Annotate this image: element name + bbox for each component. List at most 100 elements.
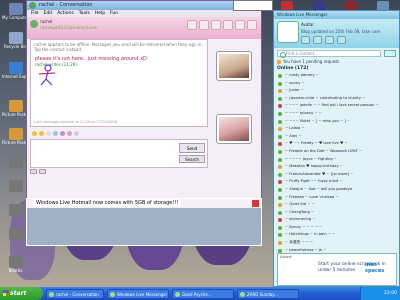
contact-list-item[interactable]: ~ Freeeee ~ Love 'chelsea ~	[277, 194, 397, 202]
menu-edit[interactable]: Edit	[44, 10, 53, 17]
contact-name: ~ shimmering ~	[285, 217, 316, 222]
contact-list-item[interactable]: ~ sunny ~	[277, 80, 397, 88]
chat-history[interactable]: rachel appears to be offline. Messages y…	[30, 39, 208, 127]
messenger-window[interactable]: Windows Live Messenger Avatar Blog updat…	[273, 10, 400, 287]
games-icon[interactable]	[235, 20, 245, 30]
desktop-icon-picture-packages[interactable]: Picture Packages	[2, 100, 36, 117]
contact-list-item[interactable]: ~ Freddie on the Diet ~ Woooooh LIMIT ~	[277, 148, 397, 156]
input-mode-tabs	[30, 169, 46, 174]
contact-photo	[219, 54, 249, 78]
display-pictures	[210, 39, 261, 198]
menu-actions[interactable]: Actions	[57, 10, 73, 17]
desktop-icon[interactable]	[2, 180, 29, 192]
shortcut-icon	[8, 228, 23, 240]
tab-handwriting-mode[interactable]	[39, 169, 46, 174]
contact-name: ~ ChengYang ~	[285, 209, 315, 214]
shortcut-icon	[8, 256, 23, 268]
conversation-titlebar[interactable]: rachel - Conversation	[27, 1, 261, 10]
tab-text-mode[interactable]	[30, 169, 37, 174]
contact-list-item[interactable]: ~ XiaoJun ~ Sad ~ will you goodbye	[277, 186, 397, 194]
contact-list-item[interactable]: ~ ~~~ Violet ~ [ ~ miss you ~ ] ~	[277, 118, 397, 126]
pending-request-notice[interactable]: You have 1 pending request.	[277, 59, 340, 64]
emoticon-icon[interactable]	[32, 130, 37, 136]
call-icon[interactable]	[223, 20, 233, 30]
font-icon[interactable]	[74, 130, 79, 136]
contact-list-item[interactable]: ~ Quiet Kid ~ ~	[277, 201, 397, 209]
contact-name: ~ ~~~~ Joyce ~ Fighting ~	[285, 156, 338, 161]
offline-warning: rachel appears to be offline. Messages y…	[34, 42, 203, 52]
emoticon-icon[interactable]	[39, 130, 44, 136]
contact-name: ~ 亲爱的 ~ ~ ~	[285, 240, 314, 245]
spaces-icon[interactable]	[313, 36, 322, 44]
own-photo	[219, 117, 249, 141]
wink-icon[interactable]	[46, 130, 51, 136]
activities-icon[interactable]	[247, 20, 257, 30]
personal-message[interactable]: Blog updated on 25th Feb 08, take care	[301, 29, 399, 34]
contact-list-item[interactable]: ~ Bunny ~ ~ ~ ~ ~	[277, 224, 397, 232]
contact-list-item[interactable]: ~ Makafan ♥ happy-birthday ~	[277, 163, 397, 171]
desktop-icon-picture-packages-2[interactable]: Picture Packages	[2, 128, 36, 145]
desktop-icon-my-computer[interactable]: My Computer	[2, 3, 29, 20]
last-message-info: Last message received at 21:29 on 27/02/…	[34, 120, 118, 124]
task-good-psyche[interactable]: Good Psyche...	[172, 288, 234, 299]
desktop-icon-boards[interactable]: Boards	[2, 256, 29, 273]
user-name[interactable]: Avatar	[301, 22, 399, 27]
contact-list-item[interactable]: ~ Alex ~	[277, 133, 397, 141]
menu-fun[interactable]: Fun	[110, 10, 118, 17]
desktop-icon[interactable]	[2, 204, 29, 216]
contact-list-item[interactable]: ~ ~~~ jadelle ~ ~ find out i lack secret…	[277, 102, 397, 110]
contact-list-item[interactable]: ~ FrancisAlexander ♥ ~ [no more] ~	[277, 171, 397, 179]
desktop-icon-recycle-bin[interactable]: Recycle Bin	[2, 32, 29, 49]
contact-list-item[interactable]: ~ [quarter-child ~ contributing to chari…	[277, 95, 397, 103]
desktop-icon[interactable]	[2, 228, 29, 240]
menu-help[interactable]: Help	[95, 10, 105, 17]
close-button[interactable]	[252, 200, 259, 207]
system-tray-clock[interactable]: 22:00	[360, 287, 400, 300]
conversation-window[interactable]: rachel - Conversation File Edit Actions …	[26, 0, 262, 199]
mail-icon[interactable]	[301, 36, 310, 44]
contact-list-item[interactable]: ~ 亲爱的 ~ ~ ~	[277, 239, 397, 247]
send-file-icon[interactable]	[199, 20, 209, 30]
contact-status-icon	[278, 180, 282, 185]
small-window[interactable]	[233, 0, 273, 11]
contact-status-icon	[278, 157, 282, 162]
contact-list-item[interactable]: ~ Fluffy Fight ~~ fuzzy mind ~	[277, 178, 397, 186]
nudge-icon[interactable]	[53, 130, 58, 136]
start-button[interactable]: start	[0, 287, 43, 300]
contact-list-item[interactable]: ~ ~~~~ Joyce ~ Fighting ~	[277, 156, 397, 164]
task-zard[interactable]: ZARD Sunday...	[237, 288, 299, 299]
menu-tools[interactable]: Tools	[79, 10, 90, 17]
own-display-picture[interactable]	[216, 114, 252, 144]
search-button[interactable]: Search	[179, 155, 205, 163]
contact-list-item[interactable]: ~ Lalala ~	[277, 125, 397, 133]
voice-clip-icon[interactable]	[60, 130, 65, 136]
advert-panel[interactable]: Advert Start your online scrapbook in un…	[277, 253, 397, 286]
invite-icon[interactable]	[187, 20, 197, 30]
desktop-icon[interactable]	[2, 156, 29, 168]
shortcut-icon	[8, 156, 23, 168]
contact-list-item[interactable]: ~ ♥ ~~ Freddy ~ ♥ love live ♥ ~	[277, 140, 397, 148]
menu-file[interactable]: File	[31, 10, 39, 17]
computer-icon	[8, 3, 23, 15]
contact-list-item[interactable]: ~ ChengYang ~	[277, 209, 397, 217]
background-icon[interactable]	[67, 130, 72, 136]
contact-display-picture[interactable]	[216, 51, 252, 81]
task-conversation[interactable]: rachel - Conversation	[46, 288, 104, 299]
video-icon[interactable]	[211, 20, 221, 30]
contact-list-item[interactable]: ~ ~~~ tylaevy ~ ~	[277, 110, 397, 118]
add-contact-button[interactable]	[384, 50, 396, 57]
task-messenger[interactable]: Windows Live Messenger	[107, 288, 169, 299]
contact-name: ~ Bunny ~ ~ ~ ~ ~	[285, 224, 323, 229]
news-icon[interactable]	[325, 36, 334, 44]
contact-list-item[interactable]: ~ junior ~	[277, 87, 397, 95]
desktop-icon-internet-explorer[interactable]: Internet Explorer	[2, 62, 36, 79]
hotmail-storage-notice[interactable]: Windows Live Hotmail now comes with 5GB …	[33, 199, 182, 207]
send-button[interactable]: Send	[179, 143, 205, 153]
contact-list-item[interactable]: ~ Hatchlings ~ in pain ~ ~	[277, 231, 397, 239]
profile-picture[interactable]	[277, 21, 299, 43]
contact-list-item[interactable]: ~ misty dammy ~	[277, 72, 397, 80]
messenger-titlebar[interactable]: Windows Live Messenger	[274, 11, 399, 19]
contact-list-item[interactable]: ~ shimmering ~	[277, 216, 397, 224]
contact-search-input[interactable]: Find a contact...	[277, 50, 381, 58]
music-icon[interactable]	[337, 36, 346, 44]
